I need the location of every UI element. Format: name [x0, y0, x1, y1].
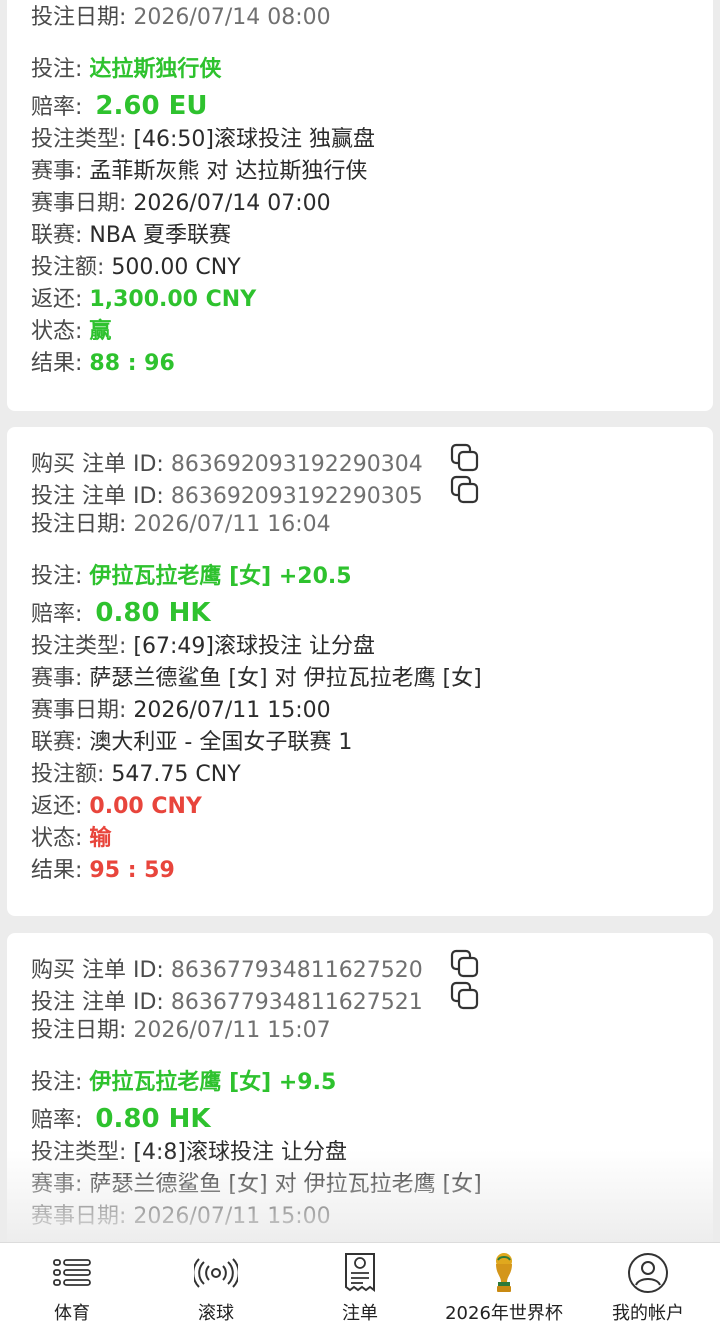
nav-world-cup[interactable]: 2026年世界杯	[432, 1243, 576, 1331]
bet-card-3: 购买 注单 ID: 863677934811627520 投注 注单 ID: 8…	[7, 933, 713, 1242]
bet-date-row: 投注日期: 2026/07/14 08:00	[31, 5, 331, 30]
account-icon	[627, 1251, 669, 1295]
match-date-row: 赛事日期: 2026/07/11 15:00	[31, 1204, 331, 1229]
return-row: 返还: 0.00 CNY	[31, 794, 202, 819]
copy-icon[interactable]	[450, 981, 480, 1021]
match-row: 赛事: 萨瑟兰德鲨鱼 [女] 对 伊拉瓦拉老鹰 [女]	[31, 1172, 482, 1197]
league-row: 联赛: 澳大利亚 - 全国女子联赛 1	[31, 730, 353, 755]
bet-type-row: 投注类型: [4:8]滚球投注 让分盘	[31, 1140, 347, 1165]
nav-label: 我的帐户	[612, 1303, 684, 1324]
list-icon	[52, 1251, 92, 1295]
nav-label: 2026年世界杯	[445, 1303, 563, 1324]
nav-sports[interactable]: 体育	[0, 1243, 144, 1331]
buy-id-row: 购买 注单 ID: 863692093192290304	[31, 443, 480, 477]
bet-card-1: 投注日期: 2026/07/14 08:00 投注: 达拉斯独行侠 赔率: 2.…	[7, 0, 713, 411]
selection-row: 投注: 伊拉瓦拉老鹰 [女] +20.5	[31, 564, 352, 589]
nav-live[interactable]: 滚球	[144, 1243, 288, 1331]
nav-bets[interactable]: 注单	[288, 1243, 432, 1331]
bottom-nav: 体育 滚球 注单 2026年世界杯 我的帐户	[0, 1242, 720, 1331]
nav-label: 体育	[54, 1303, 90, 1324]
match-date-row: 赛事日期: 2026/07/11 15:00	[31, 698, 331, 723]
bet-id-row: 投注 注单 ID: 863677934811627521	[31, 981, 480, 1015]
match-row: 赛事: 萨瑟兰德鲨鱼 [女] 对 伊拉瓦拉老鹰 [女]	[31, 666, 482, 691]
copy-icon[interactable]	[450, 475, 480, 515]
selection-row: 投注: 达拉斯独行侠	[31, 57, 222, 82]
bet-type-row: 投注类型: [46:50]滚球投注 独赢盘	[31, 127, 375, 152]
result-row: 结果: 88 : 96	[31, 351, 175, 376]
status-row: 状态: 输	[31, 826, 112, 851]
nav-account[interactable]: 我的帐户	[576, 1243, 720, 1331]
bet-date-row: 投注日期: 2026/07/11 16:04	[31, 512, 331, 537]
buy-id-row: 购买 注单 ID: 863677934811627520	[31, 949, 480, 983]
match-date-row: 赛事日期: 2026/07/14 07:00	[31, 191, 331, 216]
live-broadcast-icon	[194, 1251, 238, 1295]
status-row: 状态: 赢	[31, 319, 112, 344]
nav-label: 注单	[342, 1303, 378, 1324]
bet-type-row: 投注类型: [67:49]滚球投注 让分盘	[31, 634, 375, 659]
odds-row: 赔率: 2.60 EU	[31, 91, 208, 121]
nav-label: 滚球	[198, 1303, 234, 1324]
bet-slip-icon	[343, 1251, 377, 1295]
bet-id-row: 投注 注单 ID: 863692093192290305	[31, 475, 480, 509]
league-row: 联赛: NBA 夏季联赛	[31, 223, 232, 248]
selection-row: 投注: 伊拉瓦拉老鹰 [女] +9.5	[31, 1070, 337, 1095]
bet-card-2: 购买 注单 ID: 863692093192290304 投注 注单 ID: 8…	[7, 427, 713, 916]
bet-date-row: 投注日期: 2026/07/11 15:07	[31, 1018, 331, 1043]
return-row: 返还: 1,300.00 CNY	[31, 287, 257, 312]
world-cup-trophy-icon	[490, 1251, 518, 1295]
bet-history-list[interactable]: 投注日期: 2026/07/14 08:00 投注: 达拉斯独行侠 赔率: 2.…	[0, 0, 720, 1242]
odds-row: 赔率: 0.80 HK	[31, 1104, 211, 1134]
match-row: 赛事: 孟菲斯灰熊 对 达拉斯独行侠	[31, 159, 368, 184]
stake-row: 投注额: 500.00 CNY	[31, 255, 241, 280]
stake-row: 投注额: 547.75 CNY	[31, 762, 241, 787]
result-row: 结果: 95 : 59	[31, 858, 175, 883]
odds-row: 赔率: 0.80 HK	[31, 598, 211, 628]
